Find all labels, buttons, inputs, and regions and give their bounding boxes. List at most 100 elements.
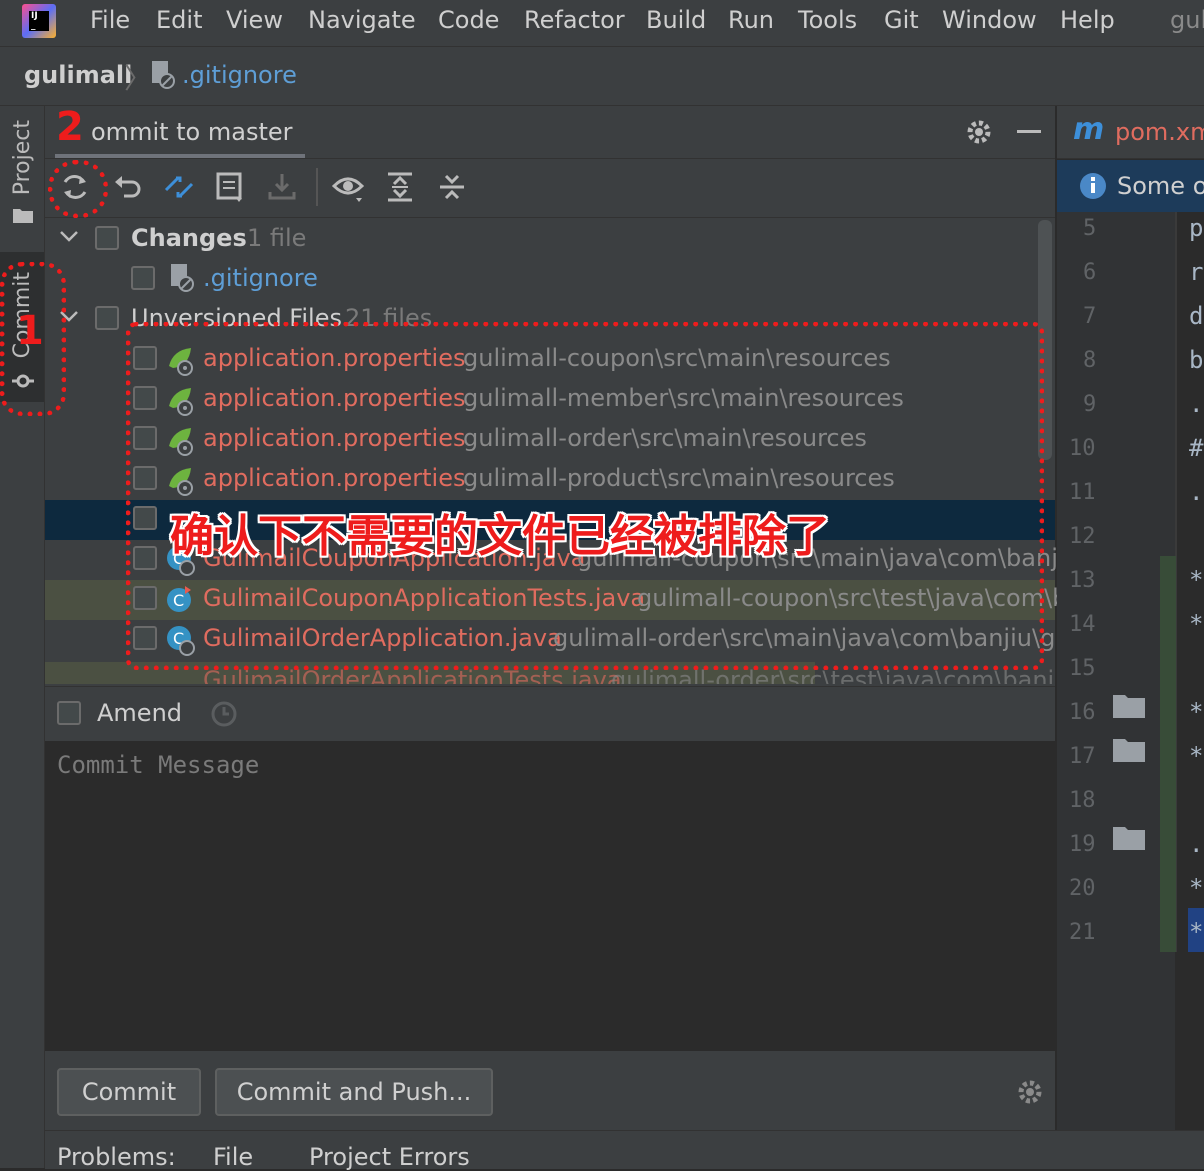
code-fragment: r (1189, 258, 1204, 286)
folder-icon (1113, 695, 1145, 718)
project-tab-label: Project (10, 120, 35, 196)
minimize-icon[interactable] (1017, 130, 1041, 133)
diff-icon[interactable] (162, 170, 196, 204)
changed-file-row[interactable]: .gitignore (45, 260, 1045, 300)
collapse-all-icon[interactable] (436, 170, 470, 204)
menu-window[interactable]: Window (942, 6, 1037, 34)
line-number: 6 (1083, 260, 1097, 285)
changes-group-row[interactable]: Changes 1 file (45, 220, 1045, 260)
changelist-icon[interactable] (214, 170, 248, 204)
code-fragment: d (1189, 302, 1204, 330)
problems-label[interactable]: Problems: (57, 1143, 176, 1171)
gear-icon[interactable] (1016, 1078, 1044, 1106)
line-number: 5 (1083, 216, 1097, 241)
notification-text: Some o (1117, 172, 1204, 200)
editor-tab-bar: m pom.xm (1057, 106, 1204, 159)
project-tool-tab[interactable]: Project (0, 106, 44, 236)
code-fragment: . (1189, 390, 1204, 418)
line-number: 15 (1069, 656, 1096, 681)
menu-run[interactable]: Run (728, 6, 774, 34)
code-fragment: b (1189, 346, 1204, 374)
line-number: 8 (1083, 348, 1097, 373)
breadcrumb-project[interactable]: gulimall (24, 61, 132, 89)
code-fragment: . (1189, 478, 1204, 506)
commit-message-placeholder: Commit Message (57, 751, 260, 779)
menu-tools[interactable]: Tools (798, 6, 857, 34)
eye-icon[interactable] (332, 170, 366, 204)
annotation-number-1: 1 (16, 308, 44, 354)
line-number: 20 (1069, 876, 1096, 901)
commit-message-area[interactable]: Commit Message (45, 741, 1055, 1051)
line-number: 21 (1069, 920, 1096, 945)
rollback-icon[interactable] (112, 170, 146, 204)
line-number: 16 (1069, 700, 1096, 725)
problems-project-errors-tab[interactable]: Project Errors (309, 1143, 470, 1171)
line-number: 14 (1069, 612, 1096, 637)
gear-icon[interactable] (965, 118, 993, 146)
annotation-text: 确认下不需要的文件已经被排除了 (170, 511, 830, 562)
active-tab-underline (55, 154, 305, 158)
code-fragment: . (1189, 830, 1204, 858)
menu-view[interactable]: View (226, 6, 283, 34)
folder-icon (1113, 827, 1145, 850)
file-checkbox[interactable] (131, 266, 155, 290)
editor-gutter (1057, 212, 1175, 1168)
problems-file-tab[interactable]: File (213, 1143, 253, 1171)
gitignore-file-icon (152, 61, 175, 89)
editor-notification-banner: Some o (1057, 160, 1204, 212)
commit-and-push-button[interactable]: Commit and Push... (215, 1068, 493, 1116)
history-clock-icon[interactable] (209, 699, 239, 729)
line-number: 19 (1069, 832, 1096, 857)
line-number: 10 (1069, 436, 1096, 461)
code-fragment: p (1189, 214, 1204, 242)
code-fragment: * (1189, 698, 1204, 726)
commit-panel-header: ommit to master (45, 106, 1055, 159)
changed-file-name: .gitignore (203, 264, 318, 292)
project-name-short: gul (1170, 6, 1204, 34)
menu-build[interactable]: Build (646, 6, 706, 34)
vcs-change-marker (1160, 556, 1176, 952)
menu-edit[interactable]: Edit (156, 6, 202, 34)
annotation-box-unversioned (126, 322, 1044, 670)
maven-icon: m (1073, 112, 1105, 147)
menu-help[interactable]: Help (1060, 6, 1115, 34)
line-number: 7 (1083, 304, 1097, 329)
expand-all-icon[interactable] (384, 170, 418, 204)
folder-icon (13, 209, 33, 223)
menu-code[interactable]: Code (438, 6, 499, 34)
chevron-down-icon[interactable] (59, 230, 79, 244)
unversioned-checkbox[interactable] (95, 306, 119, 330)
gitignore-file-icon (171, 264, 194, 292)
menu-refactor[interactable]: Refactor (524, 6, 625, 34)
line-number: 18 (1069, 788, 1096, 813)
changes-count: 1 file (247, 224, 307, 252)
menu-file[interactable]: File (90, 6, 130, 34)
code-fragment: # (1189, 434, 1204, 462)
shelve-icon[interactable] (266, 170, 300, 204)
amend-row: Amend (45, 686, 1055, 741)
code-fragment: * (1189, 742, 1204, 770)
line-number: 17 (1069, 744, 1096, 769)
commit-button[interactable]: Commit (57, 1068, 201, 1116)
commit-toolbar (45, 159, 1055, 218)
breadcrumb-separator-icon: 〉 (124, 62, 153, 95)
amend-checkbox[interactable] (57, 701, 81, 725)
commit-panel-title[interactable]: ommit to master (91, 118, 293, 146)
annotation-number-2: 2 (56, 104, 84, 150)
code-fragment: * (1189, 918, 1204, 946)
changes-checkbox[interactable] (95, 226, 119, 250)
code-fragment: * (1189, 874, 1204, 902)
code-fragment: * (1189, 610, 1204, 638)
toolbar-separator (316, 168, 318, 206)
line-number: 13 (1069, 568, 1096, 593)
folder-icon (1113, 739, 1145, 762)
menu-navigate[interactable]: Navigate (308, 6, 416, 34)
amend-label[interactable]: Amend (97, 699, 182, 727)
menu-git[interactable]: Git (884, 6, 919, 34)
code-fragment: * (1189, 566, 1204, 594)
editor-tab-pom[interactable]: pom.xm (1115, 118, 1204, 146)
info-icon (1080, 173, 1106, 199)
breadcrumb-file[interactable]: .gitignore (182, 61, 297, 89)
breadcrumb: gulimall 〉 .gitignore (0, 47, 1204, 106)
line-number: 12 (1069, 524, 1096, 549)
